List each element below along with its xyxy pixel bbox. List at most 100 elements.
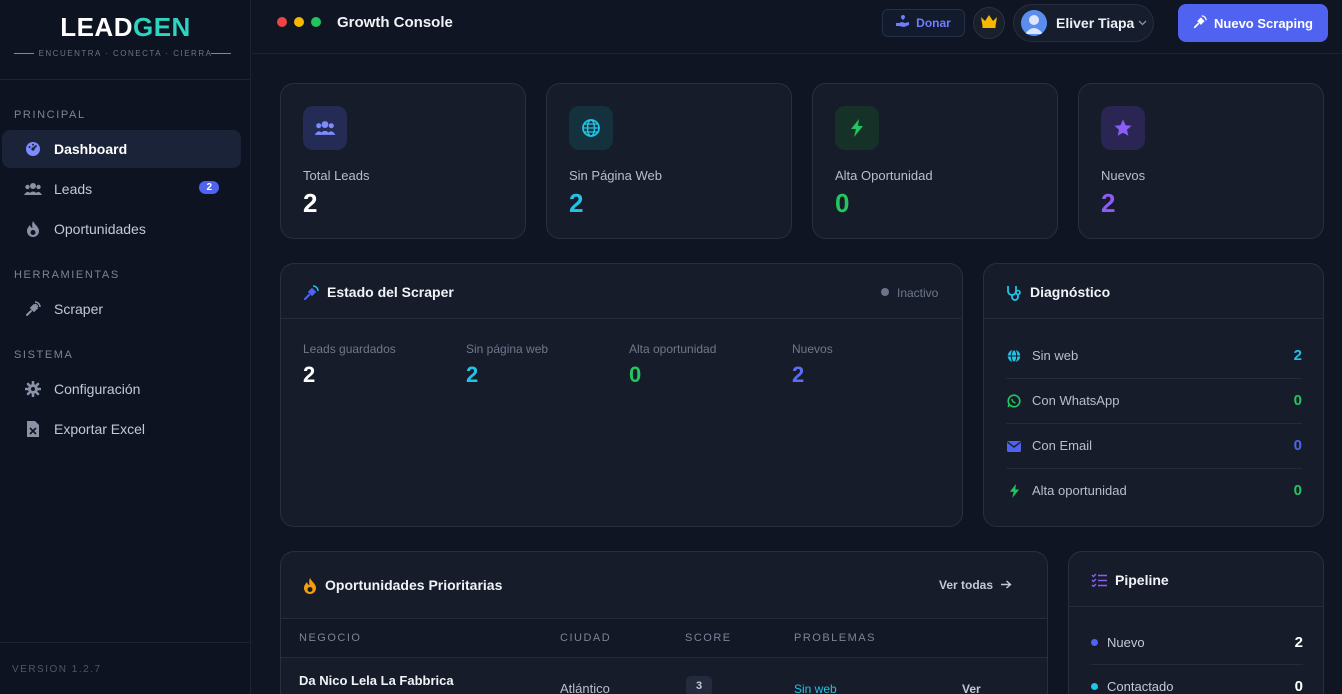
sidebar-item-leads[interactable]: Leads 2: [2, 170, 241, 208]
pipeline-row-contactado[interactable]: Contactado 0: [1091, 666, 1303, 694]
diagnostic-label: Alta oportunidad: [1032, 483, 1127, 498]
diagnostic-label: Sin web: [1032, 348, 1079, 363]
bolt-icon: [835, 106, 879, 150]
flame-icon: [24, 220, 42, 238]
status-dot: [1091, 639, 1098, 646]
metric-label: Sin página web: [466, 342, 549, 356]
diagnostic-value: 0: [1293, 482, 1302, 499]
sidebar-item-label: Oportunidades: [54, 221, 146, 237]
pipeline-card: Pipeline Nuevo 2 Contactado 0: [1068, 551, 1324, 694]
problem-tag: Sin web: [794, 682, 837, 694]
donate-button[interactable]: Donar: [882, 9, 965, 37]
stat-value: 2: [569, 188, 584, 218]
stethoscope-icon: [1006, 285, 1022, 301]
satellite-icon: [303, 285, 319, 301]
sidebar-item-label: Exportar Excel: [54, 421, 146, 437]
card-divider: [1069, 606, 1323, 607]
pipeline-label: Nuevo: [1107, 635, 1145, 650]
gear-icon: [24, 380, 42, 398]
new-scraping-button[interactable]: Nuevo Scraping: [1178, 4, 1328, 42]
arrow-right-icon: [1001, 578, 1012, 592]
diagnostic-label: Con WhatsApp: [1032, 393, 1120, 408]
metric-value: 2: [792, 362, 805, 387]
window-minimize-dot: [294, 17, 304, 27]
stat-label: Sin Página Web: [569, 168, 662, 183]
metric-label: Leads guardados: [303, 342, 396, 356]
flame-icon: [303, 578, 319, 594]
card-title: Diagnóstico: [1030, 284, 1111, 300]
hand-heart-icon: [896, 15, 910, 31]
column-header-problemas: PROBLEMAS: [794, 632, 876, 644]
sidebar-item-oportunidades[interactable]: Oportunidades: [2, 210, 241, 248]
stat-label: Alta Oportunidad: [835, 168, 933, 183]
pipeline-count: 2: [1294, 634, 1303, 651]
cell-ciudad: Atlántico: [560, 681, 610, 694]
pipeline-row-nuevo[interactable]: Nuevo 2: [1091, 622, 1303, 665]
logo-divider-right: [211, 53, 231, 54]
diagnostic-value: 0: [1293, 437, 1302, 454]
diagnostic-value: 2: [1293, 347, 1302, 364]
scraper-status-text: Inactivo: [897, 286, 939, 300]
sidebar-item-configuracion[interactable]: Configuración: [2, 370, 241, 408]
metric-value: 2: [303, 362, 316, 387]
card-title: Oportunidades Prioritarias: [325, 577, 503, 593]
stat-card-sin-pagina-web: Sin Página Web 2: [546, 83, 792, 239]
section-label-herramientas: HERRAMIENTAS: [14, 269, 120, 281]
status-dot: [881, 288, 889, 296]
stat-value: 0: [835, 188, 850, 218]
window-close-dot: [277, 17, 287, 27]
user-name: Eliver Tiapa: [1056, 15, 1135, 31]
globe-icon: [1006, 348, 1022, 364]
metric-value: 0: [629, 362, 642, 387]
avatar: [1021, 10, 1047, 36]
stat-card-alta-oportunidad: Alta Oportunidad 0: [812, 83, 1058, 239]
status-dot: [1091, 683, 1098, 690]
view-lead-button[interactable]: Ver: [962, 682, 981, 694]
cell-negocio: Da Nico Lela La Fabbrica: [299, 673, 454, 688]
diagnostic-row-email: Con Email 0: [1006, 424, 1302, 469]
chevron-down-icon: [1138, 18, 1147, 29]
gauge-icon: [24, 140, 42, 158]
sidebar-item-dashboard[interactable]: Dashboard: [2, 130, 241, 168]
stat-value: 2: [303, 188, 318, 218]
globe-icon: [569, 106, 613, 150]
version-label: VERSION 1.2.7: [12, 664, 102, 675]
section-label-sistema: SISTEMA: [14, 349, 74, 361]
stat-label: Nuevos: [1101, 168, 1146, 183]
stat-label: Total Leads: [303, 168, 370, 183]
sidebar-item-scraper[interactable]: Scraper: [2, 290, 241, 328]
crown-icon: [980, 14, 998, 33]
satellite-icon: [24, 300, 42, 318]
sidebar-item-label: Dashboard: [54, 141, 128, 157]
table-header: [281, 618, 1047, 658]
metric-label: Nuevos: [792, 342, 833, 356]
donate-label: Donar: [916, 16, 951, 30]
premium-crown-button[interactable]: [973, 7, 1005, 39]
card-divider: [984, 318, 1323, 319]
view-all-link[interactable]: Ver todas: [939, 578, 1012, 592]
user-menu[interactable]: Eliver Tiapa: [1013, 4, 1154, 42]
diagnostico-card: Diagnóstico Sin web 2 Con WhatsApp 0 Con…: [983, 263, 1324, 527]
logo-wordmark: LEADGEN: [60, 12, 191, 42]
diagnostic-label: Con Email: [1032, 438, 1092, 453]
card-divider: [281, 318, 962, 319]
column-header-score: SCORE: [685, 632, 732, 644]
column-header-negocio: NEGOCIO: [299, 632, 362, 644]
users-icon: [24, 180, 42, 198]
topbar: Growth Console Donar Eliver Tiapa Nuevo …: [252, 0, 1342, 54]
logo[interactable]: LEADGEN ENCUENTRA · CONECTA · CIERRA: [0, 0, 251, 80]
sidebar-item-label: Leads: [54, 181, 93, 197]
stat-value: 2: [1101, 188, 1116, 218]
window-maximize-dot: [311, 17, 321, 27]
whatsapp-icon: [1006, 393, 1022, 409]
new-scraping-label: Nuevo Scraping: [1214, 15, 1313, 31]
sidebar: LEADGEN ENCUENTRA · CONECTA · CIERRA PRI…: [0, 0, 251, 694]
leads-count-badge: 2: [199, 181, 219, 194]
star-icon: [1101, 106, 1145, 150]
card-title: Estado del Scraper: [327, 284, 454, 300]
view-all-label: Ver todas: [939, 578, 994, 592]
sidebar-item-exportar-excel[interactable]: Exportar Excel: [2, 410, 241, 448]
stat-card-nuevos: Nuevos 2: [1078, 83, 1324, 239]
excel-file-icon: [24, 420, 42, 438]
scraper-status-card: Estado del Scraper Inactivo Leads guarda…: [280, 263, 963, 527]
